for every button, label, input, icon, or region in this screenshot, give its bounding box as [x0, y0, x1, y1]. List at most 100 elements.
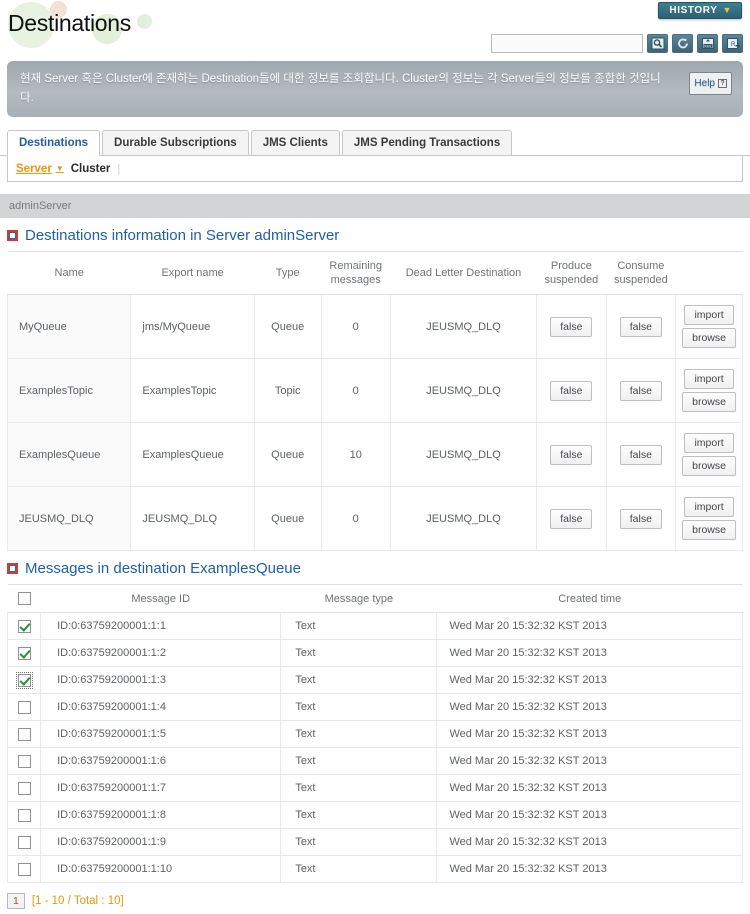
produce-suspended-button[interactable]: false [550, 508, 593, 529]
export-xml-icon[interactable]: XML [697, 34, 718, 53]
toolbar: XML R [491, 34, 743, 53]
page-title: Destinations [8, 10, 131, 36]
message-created-time: Wed Mar 20 15:32:32 KST 2013 [436, 720, 743, 748]
message-created-time: Wed Mar 20 15:32:32 KST 2013 [436, 693, 743, 721]
col-name: Name [7, 251, 131, 295]
destination-dead-letter-destination: JEUSMQ_DLQ [390, 422, 538, 487]
select-all-checkbox[interactable] [17, 592, 31, 605]
page-number-1[interactable]: 1 [7, 893, 25, 909]
row-select-checkbox[interactable] [17, 781, 31, 795]
cell-row-select [6, 747, 42, 775]
browse-button[interactable]: browse [682, 328, 736, 348]
row-select-checkbox[interactable] [17, 727, 31, 741]
export-excel-icon[interactable]: R [722, 34, 743, 53]
destination-remaining-messages: 0 [321, 294, 391, 359]
subnav-item-server-label: Server [16, 162, 52, 175]
produce-suspended-button[interactable]: false [550, 380, 593, 401]
svg-text:R: R [731, 42, 736, 48]
cell-consume-suspended-button: false [606, 422, 677, 487]
search-input[interactable] [491, 34, 643, 53]
message-created-time: Wed Mar 20 15:32:32 KST 2013 [436, 774, 743, 802]
import-button[interactable]: import [684, 433, 734, 453]
table-row: ID:0:63759200001:1:7 Text Wed Mar 20 15:32… [6, 774, 743, 802]
table-row: ID:0:63759200001:1:1 Text Wed Mar 20 15:32… [6, 612, 743, 640]
cell-row-select [6, 855, 42, 883]
row-select-checkbox[interactable] [17, 754, 31, 768]
message-id: ID:0:63759200001:1:2 [40, 639, 282, 667]
row-select-checkbox[interactable] [15, 671, 33, 689]
subnav-item-server[interactable]: Server ▼ [16, 163, 64, 175]
row-select-checkbox[interactable] [17, 808, 31, 822]
destination-name: ExamplesQueue [6, 422, 132, 487]
cell-consume-suspended-button: false [606, 358, 677, 423]
consume-suspended-button[interactable]: false [619, 316, 662, 337]
produce-suspended-button[interactable]: false [550, 316, 593, 337]
message-type: Text [280, 666, 438, 694]
row-select-checkbox[interactable] [17, 619, 31, 633]
tab-jms-clients[interactable]: JMS Clients [250, 130, 340, 155]
col-message-id: Message ID [40, 584, 281, 613]
table-row: MyQueue jms/MyQueue Queue 0 JEUSMQ_DLQ false f… [6, 294, 743, 359]
divider: | [117, 162, 121, 175]
row-select-checkbox[interactable] [17, 862, 31, 876]
chevron-down-icon: ▼ [722, 5, 732, 15]
tab-durable-subscriptions[interactable]: Durable Subscriptions [102, 130, 249, 155]
cell-row-select [6, 828, 42, 856]
tab-destinations[interactable]: Destinations [7, 130, 101, 156]
row-action-group: import browse [682, 369, 736, 412]
server-name-label: adminServer [9, 200, 72, 212]
consume-suspended-button[interactable]: false [619, 444, 662, 465]
destination-name: JEUSMQ_DLQ [6, 486, 132, 551]
consume-suspended-button[interactable]: false [619, 380, 662, 401]
import-button[interactable]: import [684, 369, 734, 389]
pagination: 1 [1 - 10 / Total : 10] [0, 883, 750, 909]
table-row: ID:0:63759200001:1:10 Text Wed Mar 20 15:3… [6, 855, 743, 883]
message-id: ID:0:63759200001:1:3 [40, 666, 282, 694]
import-button[interactable]: import [684, 305, 734, 325]
section-marker-icon [7, 230, 18, 241]
browse-button[interactable]: browse [682, 520, 736, 540]
message-type: Text [280, 747, 438, 775]
cell-row-select [6, 639, 42, 667]
message-type: Text [280, 612, 438, 640]
message-created-time: Wed Mar 20 15:32:32 KST 2013 [436, 828, 743, 856]
message-type: Text [280, 693, 438, 721]
row-action-group: import browse [682, 497, 736, 540]
row-action-group: import browse [682, 305, 736, 348]
row-select-checkbox[interactable] [17, 835, 31, 849]
cell-row-select [6, 612, 42, 640]
subnav-item-cluster[interactable]: Cluster [71, 163, 111, 175]
table-row: ID:0:63759200001:1:3 Text Wed Mar 20 15:32… [6, 666, 743, 694]
destinations-section-title-text: Destinations information in Server admin… [25, 227, 340, 244]
search-icon[interactable] [647, 34, 668, 53]
message-created-time: Wed Mar 20 15:32:32 KST 2013 [436, 747, 743, 775]
import-button[interactable]: import [684, 497, 734, 517]
cell-row-actions: import browse [675, 358, 743, 423]
row-select-checkbox[interactable] [17, 646, 31, 660]
consume-suspended-button[interactable]: false [619, 508, 662, 529]
cell-row-actions: import browse [675, 486, 743, 551]
browse-button[interactable]: browse [682, 392, 736, 412]
destination-dead-letter-destination: JEUSMQ_DLQ [390, 294, 538, 359]
history-button[interactable]: HISTORY ▼ [658, 2, 742, 19]
refresh-icon[interactable] [672, 34, 693, 53]
col-select-all [7, 584, 41, 613]
message-type: Text [280, 855, 438, 883]
table-row: ID:0:63759200001:1:4 Text Wed Mar 20 15:32… [6, 693, 743, 721]
destinations-table-body: MyQueue jms/MyQueue Queue 0 JEUSMQ_DLQ false f… [6, 294, 743, 551]
col-actions [675, 251, 743, 295]
table-row: JEUSMQ_DLQ JEUSMQ_DLQ Queue 0 JEUSMQ_DLQ fals… [6, 486, 743, 551]
message-created-time: Wed Mar 20 15:32:32 KST 2013 [436, 801, 743, 829]
tab-jms-pending-transactions[interactable]: JMS Pending Transactions [341, 130, 513, 155]
table-header-row: Name Export name Type Remaining messages… [7, 251, 743, 295]
browse-button[interactable]: browse [682, 456, 736, 476]
destination-export-name: ExamplesTopic [130, 358, 255, 423]
help-button[interactable]: Help ? [689, 72, 732, 95]
messages-section-title-text: Messages in destination ExamplesQueue [25, 560, 301, 577]
row-select-checkbox[interactable] [17, 700, 31, 714]
table-row: ID:0:63759200001:1:5 Text Wed Mar 20 15:32… [6, 720, 743, 748]
produce-suspended-button[interactable]: false [550, 444, 593, 465]
col-dead-letter-destination: Dead Letter Destination [390, 251, 537, 295]
message-created-time: Wed Mar 20 15:32:32 KST 2013 [436, 855, 743, 883]
message-id: ID:0:63759200001:1:7 [40, 774, 282, 802]
